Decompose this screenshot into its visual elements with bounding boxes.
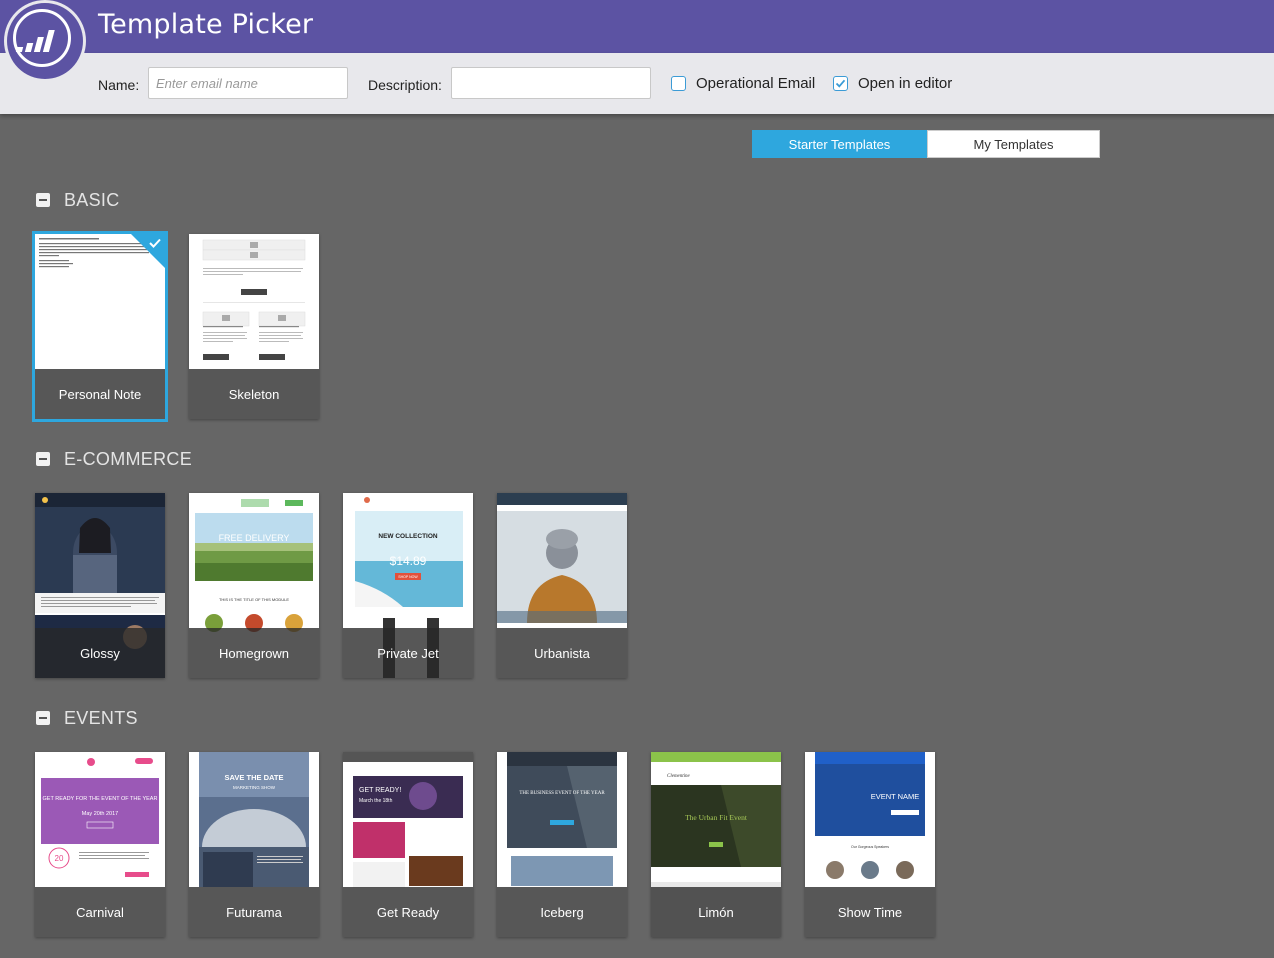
thumb-badge: 20 <box>55 854 64 863</box>
template-name: Glossy <box>35 628 165 678</box>
thumb-heading: NEW COLLECTION <box>378 533 438 540</box>
thumb-sub: March the 18th <box>359 798 393 804</box>
template-name: Homegrown <box>189 628 319 678</box>
template-name: Carnival <box>35 887 165 937</box>
thumb-headline: SAVE THE DATE <box>225 773 284 782</box>
section-title: BASIC <box>64 190 120 210</box>
thumb-headline: GET READY! <box>359 787 401 794</box>
template-card-get-ready[interactable]: GET READY! March the 18th Get Ready <box>343 752 473 937</box>
template-card-carnival[interactable]: GET READY FOR THE EVENT OF THE YEAR May … <box>35 752 165 937</box>
tab-starter-templates[interactable]: Starter Templates <box>752 130 927 158</box>
name-label: Name: <box>98 77 140 93</box>
open-in-editor-label: Open in editor <box>858 75 953 92</box>
selected-check-icon <box>149 238 161 248</box>
template-name: Futurama <box>189 887 319 937</box>
template-card-show-time[interactable]: EVENT NAME Our Gorgeous Speakers Show Ti… <box>805 752 935 937</box>
template-card-personal-note[interactable]: Personal Note <box>32 231 168 422</box>
thumb-headline: FREE DELIVERY <box>219 533 290 543</box>
template-name: Limón <box>651 887 781 937</box>
collapse-icon[interactable] <box>36 193 50 207</box>
thumb-price: $14.89 <box>390 554 427 568</box>
page-title: Template Picker <box>98 9 314 40</box>
operational-email-checkbox[interactable] <box>671 76 686 91</box>
form-bar: Name: Description: Operational Email Ope… <box>0 53 1274 114</box>
thumb-module-title: THIS IS THE TITLE OF THIS MODULE <box>219 597 289 602</box>
template-card-homegrown[interactable]: FREE DELIVERY THIS IS THE TITLE OF THIS … <box>189 493 319 678</box>
description-input[interactable] <box>451 67 651 99</box>
template-name: Personal Note <box>35 369 165 419</box>
thumb-headline: GET READY FOR THE EVENT OF THE YEAR <box>43 796 158 802</box>
checkmark-icon <box>835 79 846 88</box>
operational-email-label: Operational Email <box>696 75 816 92</box>
template-card-skeleton[interactable]: Skeleton <box>189 234 319 419</box>
thumb-sub: MARKETING SHOW <box>233 785 276 790</box>
thumb-button: SHOP NOW <box>398 575 418 579</box>
collapse-icon[interactable] <box>36 452 50 466</box>
thumb-headline: EVENT NAME <box>871 792 920 801</box>
collapse-icon[interactable] <box>36 711 50 725</box>
email-name-input[interactable] <box>148 67 348 99</box>
section-title: E-COMMERCE <box>64 449 192 469</box>
template-card-private-jet[interactable]: NEW COLLECTION $14.89 SHOP NOW Private J… <box>343 493 473 678</box>
template-card-urbanista[interactable]: Urbanista <box>497 493 627 678</box>
thumb-headline: The Urban Fit Event <box>685 813 748 822</box>
template-card-iceberg[interactable]: THE BUSINESS EVENT OF THE YEAR Iceberg <box>497 752 627 937</box>
description-label: Description: <box>368 77 442 93</box>
title-bar: Template Picker <box>0 0 1274 53</box>
template-card-glossy[interactable]: Glossy <box>35 493 165 678</box>
tab-my-templates[interactable]: My Templates <box>927 130 1100 158</box>
template-card-futurama[interactable]: SAVE THE DATE MARKETING SHOW Futurama <box>189 752 319 937</box>
thumb-sub: Our Gorgeous Speakers <box>851 845 889 849</box>
thumb-logo: Clementine <box>667 774 691 779</box>
thumb-headline: THE BUSINESS EVENT OF THE YEAR <box>519 791 605 796</box>
section-title: EVENTS <box>64 708 138 728</box>
template-name: Get Ready <box>343 887 473 937</box>
marketo-logo-icon <box>7 3 83 79</box>
template-name: Private Jet <box>343 628 473 678</box>
template-name: Skeleton <box>189 369 319 419</box>
template-name: Urbanista <box>497 628 627 678</box>
open-in-editor-checkbox[interactable] <box>833 76 848 91</box>
thumb-date: May 20th 2017 <box>82 811 118 817</box>
template-card-limon[interactable]: Clementine The Urban Fit Event Limón <box>651 752 781 937</box>
template-name: Show Time <box>805 887 935 937</box>
template-name: Iceberg <box>497 887 627 937</box>
